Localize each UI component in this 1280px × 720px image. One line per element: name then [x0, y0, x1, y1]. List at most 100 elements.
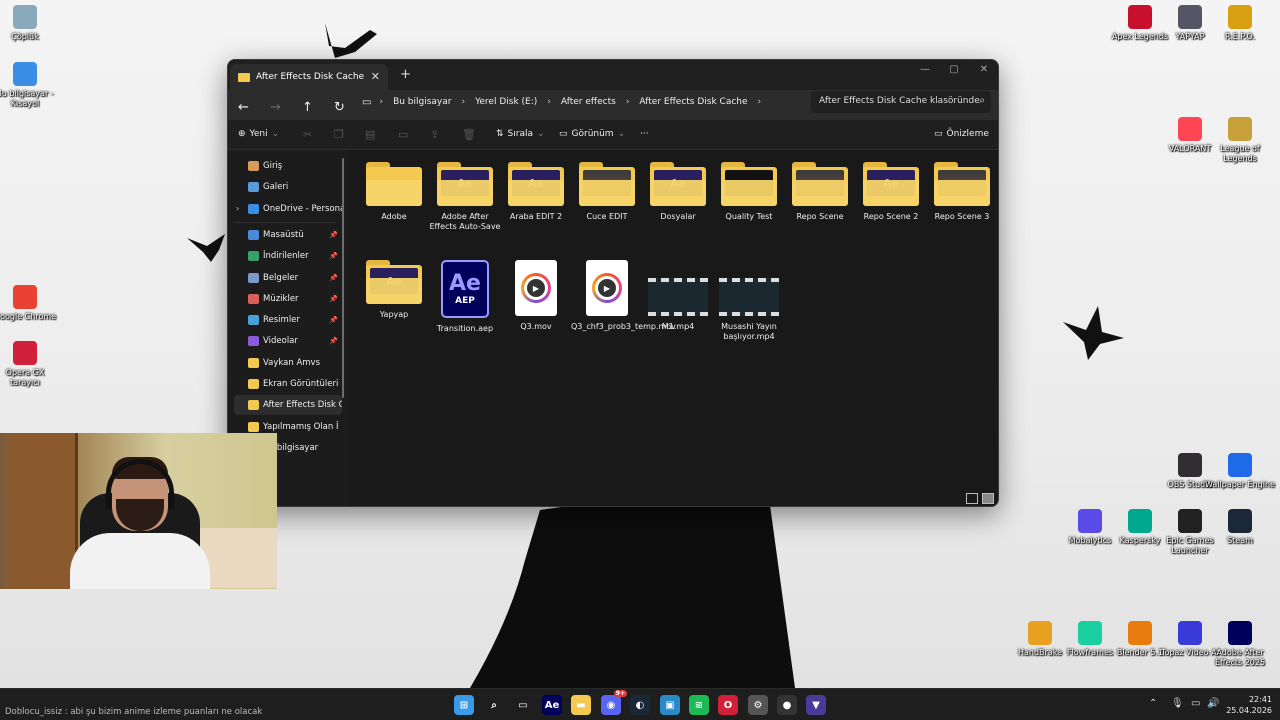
more-options-button[interactable]: ··· [640, 129, 649, 139]
sidebar-item[interactable]: Masaüstü 📌 [234, 225, 342, 245]
breadcrumb-item[interactable]: After effects [561, 97, 616, 107]
steam-icon [1228, 509, 1252, 533]
file-item[interactable]: Repo Scene 3 [926, 162, 998, 222]
file-item[interactable]: Repo Scene [784, 162, 856, 222]
breadcrumb-item[interactable]: After Effects Disk Cache [639, 97, 747, 107]
display-icon[interactable]: ▭ [1191, 698, 1200, 709]
folder-icon [248, 203, 259, 214]
desktop-shortcut-label: Wallpaper Engine [1205, 480, 1275, 489]
desktop-shortcut[interactable]: Opera GX tarayıcı [0, 341, 60, 388]
desktop-shortcut[interactable]: League of Legends [1205, 117, 1275, 164]
file-item[interactable]: Adobe [358, 162, 430, 222]
spotify-icon[interactable]: ≋ [689, 695, 709, 715]
folder-icon [248, 315, 259, 326]
delete-icon[interactable]: 🗑 [462, 128, 476, 141]
steam-icon[interactable]: ◐ [630, 695, 650, 715]
up-button[interactable]: ↑ [302, 100, 313, 115]
sidebar-item-label: İndirilenler [263, 251, 309, 262]
desktop-shortcut[interactable]: Çöplük [0, 5, 60, 42]
desktop-shortcut-label: R.E.P.O. [1224, 32, 1256, 41]
maximize-button[interactable]: ▢ [939, 64, 969, 75]
sidebar-item[interactable]: Belgeler 📌 [234, 268, 342, 288]
obs-icon[interactable]: ● [777, 695, 797, 715]
file-item[interactable]: Ae Yapyap [358, 260, 430, 320]
file-item[interactable]: Ae Repo Scene 2 [855, 162, 927, 222]
file-item[interactable]: Ae Adobe After Effects Auto-Save [429, 162, 501, 232]
topaz-icon [1178, 621, 1202, 645]
sidebar-item[interactable]: Resimler 📌 [234, 310, 342, 330]
file-item[interactable]: ▶ Q3_chf3_prob3_temp.mov [571, 260, 676, 332]
start-icon[interactable]: ⊞ [454, 695, 474, 715]
preview-pane-button[interactable]: ▭ Önizleme [934, 129, 989, 139]
file-item[interactable]: Cuce EDIT [571, 162, 643, 222]
sort-button[interactable]: ⇅ Sırala ⌄ [496, 129, 545, 139]
forward-button[interactable]: → [270, 100, 281, 115]
after-effects-icon[interactable]: Ae [542, 695, 562, 715]
sidebar-item[interactable]: Ekran Görüntüleri [234, 374, 342, 394]
desktop-shortcut[interactable]: Google Chrome [0, 285, 60, 322]
paste-icon[interactable]: ▤ [365, 128, 375, 141]
view-toggle [966, 493, 994, 504]
speaker-icon[interactable]: 🔊 [1207, 698, 1219, 709]
aep-file-icon: Ae AEP [441, 260, 489, 318]
search-input[interactable]: After Effects Disk Cache klasöründe ⌕ [811, 91, 991, 113]
desktop-shortcut[interactable]: R.E.P.O. [1205, 5, 1275, 42]
file-item[interactable]: ▶ Q3.mov [500, 260, 572, 332]
monitor-icon[interactable]: ▣ [660, 695, 680, 715]
tab-after-effects-disk-cache[interactable]: After Effects Disk Cache ✕ [230, 64, 388, 90]
task-view-icon[interactable]: ▭ [513, 695, 533, 715]
opera-gx-icon[interactable]: O [718, 695, 738, 715]
sidebar-item[interactable]: › OneDrive - Personal [234, 199, 342, 219]
search-placeholder: After Effects Disk Cache klasöründe [819, 96, 980, 106]
sidebar-item[interactable]: Videolar 📌 [234, 331, 342, 351]
discord-icon[interactable]: ◉ 9+ [601, 690, 627, 715]
sidebar-item[interactable]: After Effects Disk Cache [234, 395, 342, 416]
sidebar-item[interactable]: Giriş [234, 156, 342, 176]
sidebar-item[interactable]: Galeri [234, 177, 342, 197]
refresh-button[interactable]: ↻ [334, 100, 345, 115]
webcam-overlay [0, 433, 277, 589]
details-view-button[interactable] [966, 493, 978, 504]
sidebar-item[interactable]: İndirilenler 📌 [234, 246, 342, 266]
file-name: Yapyap [379, 310, 409, 319]
clock[interactable]: 22:41 25.04.2026 [1226, 694, 1272, 716]
sidebar-item[interactable]: Vaykan Amvs [234, 353, 342, 373]
rename-icon[interactable]: ▭ [398, 128, 408, 141]
desktop-shortcut[interactable]: Wallpaper Engine [1205, 453, 1275, 490]
new-button[interactable]: ⊕ Yeni ⌄ [238, 129, 279, 139]
sidebar-item[interactable]: Müzikler 📌 [234, 289, 342, 309]
file-explorer-icon[interactable]: ▬ [571, 695, 591, 715]
file-item[interactable]: M1.mp4 [642, 260, 714, 332]
file-item[interactable]: Quality Test [713, 162, 785, 222]
vpn-icon[interactable]: ▼ [806, 695, 826, 715]
file-item[interactable]: Ae Araba EDIT 2 [500, 162, 572, 222]
breadcrumb-item[interactable]: Yerel Disk (E:) [475, 97, 537, 107]
file-item[interactable]: Ae AEP Transition.aep [429, 260, 501, 334]
desktop-shortcut[interactable]: Bu bilgisayar - Kısayol [0, 62, 60, 109]
breadcrumb-chevron-icon[interactable]: › [758, 97, 762, 107]
desktop-shortcut[interactable]: Steam [1205, 509, 1275, 546]
close-tab-icon[interactable]: ✕ [371, 70, 380, 83]
large-icons-view-button[interactable] [982, 493, 994, 504]
folder-icon [248, 251, 259, 262]
breadcrumb-item[interactable]: Bu bilgisayar [393, 97, 451, 107]
view-button[interactable]: ▭ Görünüm ⌄ [559, 129, 625, 139]
share-icon[interactable]: ⇪ [430, 128, 439, 141]
search-icon[interactable]: ⌕ [484, 695, 504, 715]
microphone-icon[interactable]: 🎙 [1171, 698, 1184, 709]
file-item[interactable]: Ae Dosyalar [642, 162, 714, 222]
desktop-shortcut[interactable]: Adobe After Effects 2025 [1205, 621, 1275, 668]
folder-icon [248, 182, 259, 193]
back-button[interactable]: ← [238, 100, 249, 115]
address-bar[interactable]: ▭ › Bu bilgisayar › Yerel Disk (E:) › Af… [362, 91, 806, 113]
settings-icon[interactable]: ⚙ [748, 695, 768, 715]
close-window-button[interactable]: ✕ [969, 64, 998, 75]
sidebar-scrollbar[interactable] [342, 158, 344, 398]
chevron-right-icon[interactable]: › [236, 204, 239, 213]
file-item[interactable]: Musashi Yayın başlıyor.mp4 [713, 260, 785, 342]
minimize-button[interactable]: — [910, 64, 940, 75]
new-tab-button[interactable]: + [400, 67, 411, 82]
cut-icon[interactable]: ✂ [303, 128, 312, 141]
chevron-up-icon[interactable]: ⌃ [1149, 698, 1157, 709]
copy-icon[interactable]: ❐ [334, 128, 344, 141]
